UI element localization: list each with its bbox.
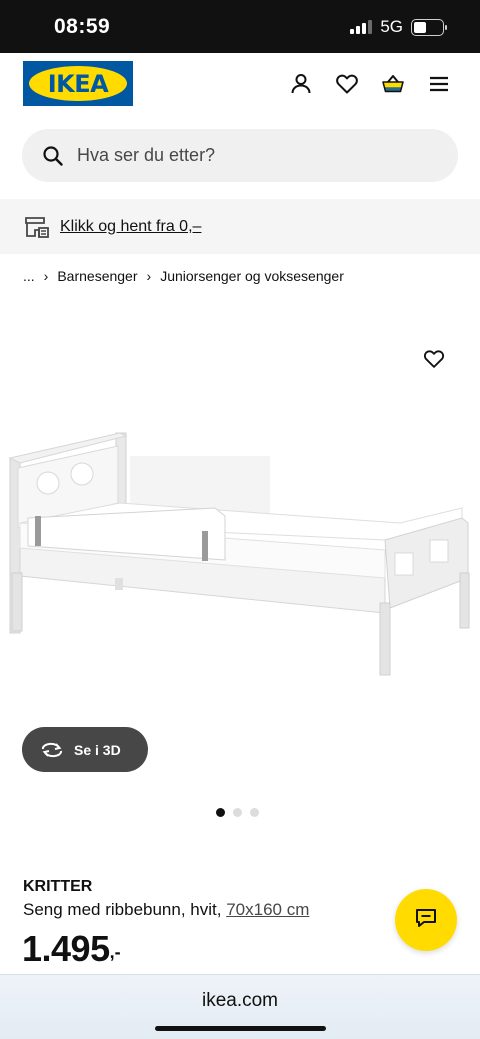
chevron-right-icon: ›	[146, 268, 152, 284]
product-gallery[interactable]: Se i 3D	[0, 295, 480, 835]
product-type: Seng med ribbebunn, hvit,	[23, 900, 222, 919]
store-icon	[24, 215, 50, 239]
chat-icon	[413, 905, 439, 936]
view-in-3d-label: Se i 3D	[74, 741, 121, 758]
breadcrumb-item-juniorsenger[interactable]: Juniorsenger og voksesenger	[160, 268, 344, 284]
ikea-logo[interactable]: IKEA	[23, 61, 133, 106]
battery-icon	[411, 18, 447, 36]
status-bar: 08:59 5G	[0, 0, 480, 53]
view-in-3d-button[interactable]: Se i 3D	[22, 727, 148, 772]
rotate-3d-icon	[40, 741, 64, 759]
product-image-bed	[8, 432, 470, 676]
click-collect-banner[interactable]: Klikk og hent fra 0,–	[0, 199, 480, 254]
price-suffix: ,-	[109, 942, 121, 962]
product-description: Seng med ribbebunn, hvit, 70x160 cm	[23, 900, 309, 920]
cellular-signal-icon	[350, 20, 373, 34]
breadcrumb-item-barnesenger[interactable]: Barnesenger	[57, 268, 137, 284]
product-size-link[interactable]: 70x160 cm	[226, 900, 309, 919]
gallery-dot-3[interactable]	[250, 808, 259, 817]
header-actions	[288, 71, 452, 97]
gallery-pagination	[216, 808, 259, 817]
menu-icon[interactable]	[426, 71, 452, 97]
battery-level	[414, 21, 427, 33]
logo-oval: IKEA	[29, 66, 127, 101]
home-indicator[interactable]	[155, 1026, 326, 1031]
status-indicators: 5G	[350, 17, 447, 37]
click-collect-link[interactable]: Klikk og hent fra 0,–	[60, 218, 201, 236]
heart-icon[interactable]	[334, 71, 360, 97]
search-placeholder: Hva ser du etter?	[77, 145, 216, 165]
site-header: IKEA	[0, 53, 480, 118]
browser-url[interactable]: ikea.com	[0, 990, 480, 1012]
search-input[interactable]: Hva ser du etter?	[22, 129, 458, 182]
price-value: 1.495	[22, 928, 110, 969]
breadcrumb-ellipsis[interactable]: ...	[23, 268, 35, 284]
browser-address-bar[interactable]: ikea.com	[0, 974, 480, 1039]
chevron-right-icon: ›	[43, 268, 49, 284]
search-icon	[42, 145, 64, 167]
status-time: 08:59	[54, 15, 111, 38]
breadcrumb: ... › Barnesenger › Juniorsenger og voks…	[23, 268, 344, 284]
user-icon[interactable]	[288, 71, 314, 97]
cart-icon[interactable]	[380, 71, 406, 97]
logo-text: IKEA	[47, 69, 109, 98]
add-to-wishlist-heart-icon[interactable]	[422, 347, 446, 371]
gallery-dot-2[interactable]	[233, 808, 242, 817]
product-price: 1.495 ,-	[22, 928, 121, 970]
chat-button[interactable]	[395, 889, 457, 951]
network-type: 5G	[380, 17, 403, 36]
gallery-dot-1[interactable]	[216, 808, 225, 817]
product-name: KRITTER	[23, 878, 93, 895]
